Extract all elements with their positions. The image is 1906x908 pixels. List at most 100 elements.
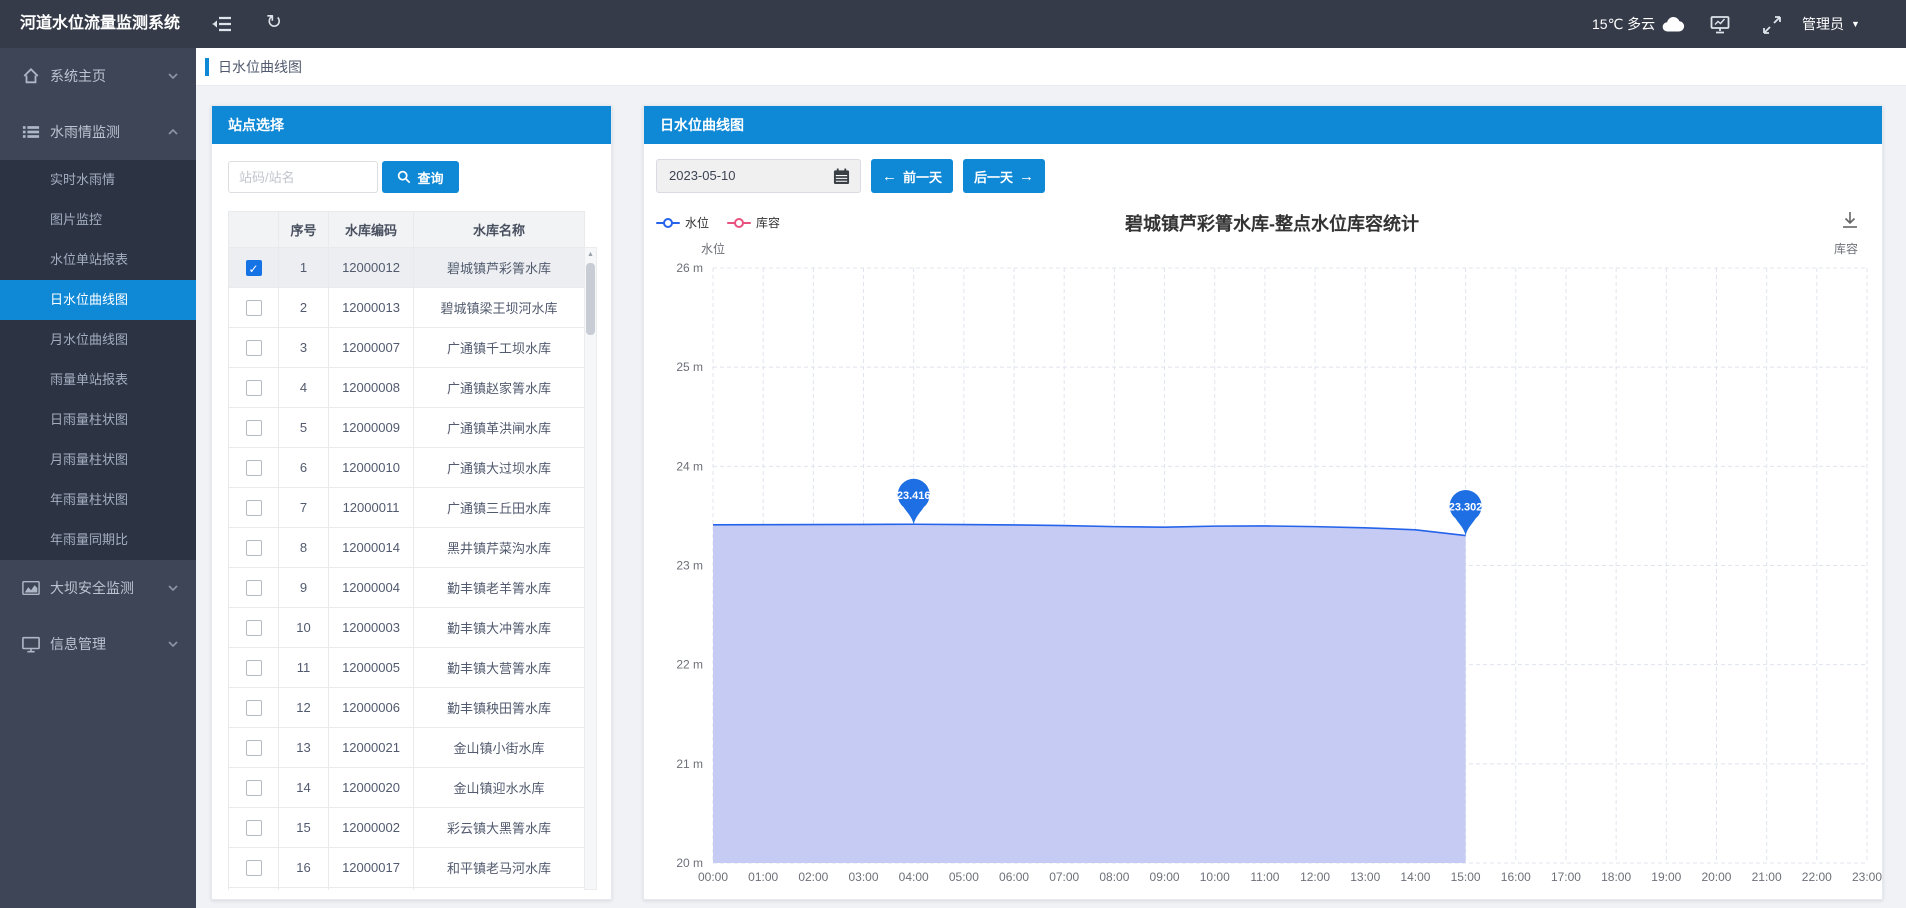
top-navbar: 河道水位流量监测系统 ↻ 15℃ 多云 管理员 ▼ <box>0 0 1906 48</box>
sidebar-subitem-5[interactable]: 雨量单站报表 <box>0 360 196 400</box>
x-tick-label: 01:00 <box>748 870 778 884</box>
x-tick-label: 16:00 <box>1501 870 1531 884</box>
row-checkbox[interactable] <box>246 740 262 756</box>
row-checkbox[interactable] <box>246 580 262 596</box>
table-header-cell: 水库编码 <box>329 212 414 248</box>
cell-no: 9 <box>279 568 329 608</box>
search-input[interactable] <box>228 161 378 193</box>
scrollbar-up-arrow[interactable]: ▲ <box>585 251 596 258</box>
x-tick-label: 00:00 <box>698 870 728 884</box>
table-row[interactable]: 1412000020金山镇迎水水库 <box>229 768 585 808</box>
weather-text: 15℃ 多云 <box>1592 14 1655 34</box>
cell-code: 12000017 <box>329 848 414 888</box>
user-menu[interactable]: 管理员 ▼ <box>1802 0 1860 48</box>
sidebar-toggle-icon[interactable] <box>212 14 232 34</box>
date-picker[interactable]: 2023-05-10 <box>656 159 861 193</box>
station-panel-title: 站点选择 <box>212 106 611 144</box>
table-row[interactable]: 1012000003勤丰镇大冲箐水库 <box>229 608 585 648</box>
sidebar-item-dam-safety[interactable]: 大坝安全监测 <box>0 560 196 616</box>
row-checkbox[interactable] <box>246 700 262 716</box>
x-tick-label: 13:00 <box>1350 870 1380 884</box>
row-checkbox[interactable] <box>246 660 262 676</box>
download-icon[interactable] <box>1840 210 1860 230</box>
table-row[interactable]: 1612000017和平镇老马河水库 <box>229 848 585 888</box>
sidebar-subitem-9[interactable]: 年雨量同期比 <box>0 520 196 560</box>
table-row[interactable]: 612000010广通镇大过坝水库 <box>229 448 585 488</box>
row-checkbox[interactable] <box>246 540 262 556</box>
cell-code: 12000008 <box>329 368 414 408</box>
row-checkbox[interactable] <box>246 300 262 316</box>
table-row[interactable]: 912000004勤丰镇老羊箐水库 <box>229 568 585 608</box>
table-scrollbar[interactable]: ▲ <box>584 247 597 890</box>
next-day-button[interactable]: 后一天 → <box>963 159 1045 193</box>
sidebar-subitem-7[interactable]: 月雨量柱状图 <box>0 440 196 480</box>
row-checkbox[interactable] <box>246 340 262 356</box>
row-checkbox[interactable] <box>246 380 262 396</box>
sidebar-subitem-1[interactable]: 图片监控 <box>0 200 196 240</box>
cell-name: 金山镇迎水水库 <box>414 768 585 808</box>
table-row[interactable]: 212000013碧城镇梁王坝河水库 <box>229 288 585 328</box>
calendar-icon <box>833 168 850 185</box>
sidebar-subitem-0[interactable]: 实时水雨情 <box>0 160 196 200</box>
table-row[interactable]: 512000009广通镇革洪闸水库 <box>229 408 585 448</box>
x-tick-label: 08:00 <box>1099 870 1129 884</box>
row-checkbox[interactable] <box>246 460 262 476</box>
search-button[interactable]: 查询 <box>382 161 459 193</box>
cell-name: 彩云镇大黑箐水库 <box>414 808 585 848</box>
table-row[interactable]: ✓112000012碧城镇芦彩箐水库 <box>229 248 585 288</box>
sidebar-subitem-6[interactable]: 日雨量柱状图 <box>0 400 196 440</box>
cell-name: 广通镇革洪闸水库 <box>414 408 585 448</box>
row-checkbox[interactable] <box>246 780 262 796</box>
row-checkbox[interactable] <box>246 420 262 436</box>
y-tick-label: 25 m <box>676 360 703 374</box>
weather-widget: 15℃ 多云 <box>1592 0 1685 48</box>
refresh-icon[interactable]: ↻ <box>264 12 284 32</box>
cloud-icon <box>1661 15 1685 33</box>
row-checkbox[interactable]: ✓ <box>246 260 262 276</box>
table-row[interactable]: 712000011广通镇三丘田水库 <box>229 488 585 528</box>
table-row[interactable]: 1112000005勤丰镇大营箐水库 <box>229 648 585 688</box>
cell-no: 4 <box>279 368 329 408</box>
sidebar-subitem-8[interactable]: 年雨量柱状图 <box>0 480 196 520</box>
cell-no: 12 <box>279 688 329 728</box>
date-value: 2023-05-10 <box>669 160 736 192</box>
prev-day-label: 前一天 <box>903 167 942 186</box>
app-title: 河道水位流量监测系统 <box>20 0 180 48</box>
cell-no: 2 <box>279 288 329 328</box>
prev-day-button[interactable]: ← 前一天 <box>871 159 953 193</box>
table-row[interactable]: 1312000021金山镇小街水库 <box>229 728 585 768</box>
table-header-cell <box>229 212 279 248</box>
dashboard-screen-icon[interactable] <box>1710 14 1730 34</box>
x-tick-label: 10:00 <box>1200 870 1230 884</box>
cell-no: 13 <box>279 728 329 768</box>
table-row[interactable] <box>229 888 585 891</box>
cell-name: 碧城镇芦彩箐水库 <box>414 248 585 288</box>
y-tick-label: 22 m <box>676 658 703 672</box>
fullscreen-icon[interactable] <box>1762 15 1782 35</box>
table-row[interactable]: 1512000002彩云镇大黑箐水库 <box>229 808 585 848</box>
sidebar-item-water-rain[interactable]: 水雨情监测 <box>0 104 196 160</box>
row-checkbox[interactable] <box>246 500 262 516</box>
sidebar-item-home[interactable]: 系统主页 <box>0 48 196 104</box>
x-tick-label: 02:00 <box>798 870 828 884</box>
sidebar-subitem-2[interactable]: 水位单站报表 <box>0 240 196 280</box>
sidebar-item-info-mgmt[interactable]: 信息管理 <box>0 616 196 672</box>
table-row[interactable]: 312000007广通镇千工坝水库 <box>229 328 585 368</box>
app-root: 河道水位流量监测系统 ↻ 15℃ 多云 管理员 ▼ <box>0 0 1906 908</box>
chevron-down-icon <box>168 641 178 647</box>
row-checkbox[interactable] <box>246 620 262 636</box>
table-row[interactable]: 1212000006勤丰镇秧田箐水库 <box>229 688 585 728</box>
sidebar-subitem-3[interactable]: 日水位曲线图 <box>0 280 196 320</box>
cell-name: 勤丰镇老羊箐水库 <box>414 568 585 608</box>
row-checkbox[interactable] <box>246 820 262 836</box>
table-row[interactable]: 812000014黑井镇芹菜沟水库 <box>229 528 585 568</box>
user-name: 管理员 <box>1802 14 1844 34</box>
row-checkbox[interactable] <box>246 860 262 876</box>
sidebar-subitem-4[interactable]: 月水位曲线图 <box>0 320 196 360</box>
sidebar-submenu: 实时水雨情图片监控水位单站报表日水位曲线图月水位曲线图雨量单站报表日雨量柱状图月… <box>0 160 196 560</box>
table-row[interactable]: 412000008广通镇赵家箐水库 <box>229 368 585 408</box>
cell-name: 金山镇小街水库 <box>414 728 585 768</box>
x-tick-label: 18:00 <box>1601 870 1631 884</box>
cell-no: 7 <box>279 488 329 528</box>
scrollbar-thumb[interactable] <box>586 263 595 335</box>
